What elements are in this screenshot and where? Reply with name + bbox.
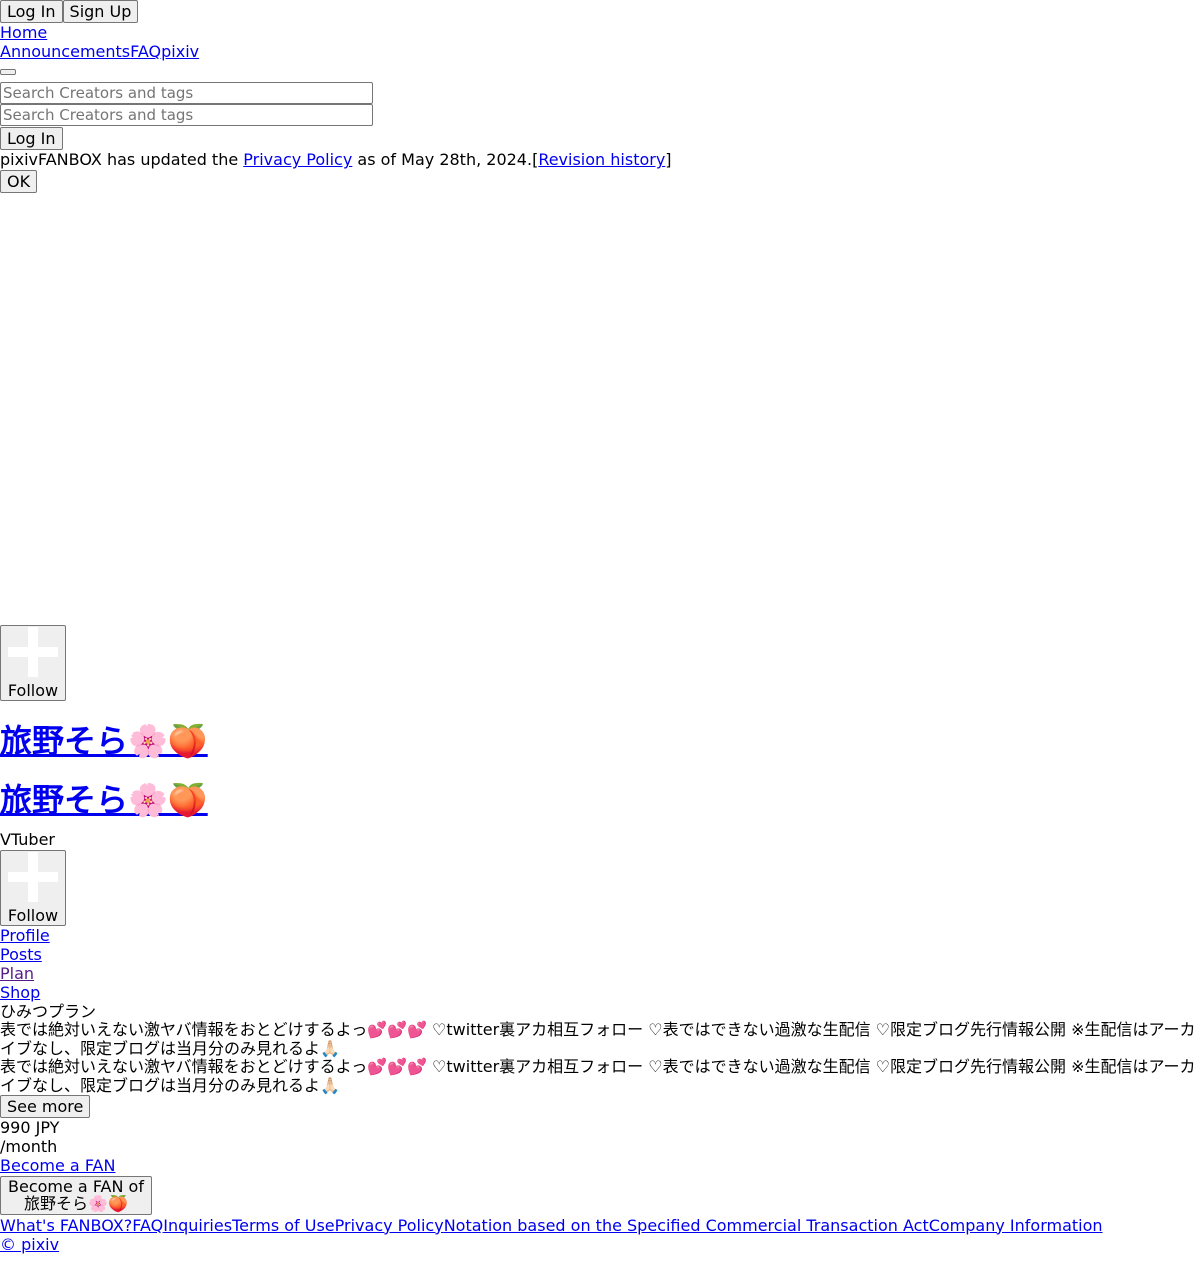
notice-middle: as of May 28th, 2024.[ bbox=[352, 150, 539, 170]
tab-shop[interactable]: Shop bbox=[0, 983, 40, 1002]
revision-history-link[interactable]: Revision history bbox=[538, 150, 665, 169]
tab-posts[interactable]: Posts bbox=[0, 945, 42, 964]
plan-description: 表では絶対いえない激ヤバ情報をおとどけするよっ💕💕💕 ♡twitter裏アカ相互… bbox=[0, 1020, 1196, 1058]
plan-price: 990 JPY bbox=[0, 1118, 60, 1138]
search-input-mobile[interactable] bbox=[0, 104, 373, 127]
become-fan-button[interactable]: Become a FAN of 旅野そら🌸🍑 bbox=[0, 1175, 152, 1215]
follow-label: Follow bbox=[7, 905, 59, 925]
footer-link-commercial-act[interactable]: Notation based on the Specified Commerci… bbox=[444, 1216, 929, 1235]
footer-link-terms[interactable]: Terms of Use bbox=[232, 1216, 335, 1235]
login-button-secondary[interactable]: Log In bbox=[0, 127, 63, 151]
nav-pixiv-link[interactable]: pixiv bbox=[161, 42, 199, 61]
footer-link-privacy[interactable]: Privacy Policy bbox=[335, 1216, 444, 1235]
footer-link-company[interactable]: Company Information bbox=[929, 1216, 1103, 1235]
footer-link-whats-fanbox[interactable]: What's FANBOX? bbox=[0, 1216, 132, 1235]
privacy-policy-link[interactable]: Privacy Policy bbox=[243, 150, 352, 169]
creator-name-heading-secondary: 旅野そら🌸🍑 bbox=[0, 781, 1200, 819]
tab-profile[interactable]: Profile bbox=[0, 926, 50, 945]
login-button[interactable]: Log In bbox=[0, 0, 63, 23]
nav-faq-link[interactable]: FAQ bbox=[130, 42, 161, 61]
creator-category: VTuber bbox=[0, 830, 56, 850]
creator-name-link-secondary[interactable]: 旅野そら🌸🍑 bbox=[0, 781, 208, 819]
see-more-button[interactable]: See more bbox=[0, 1095, 91, 1119]
footer-link-faq[interactable]: FAQ bbox=[132, 1216, 163, 1235]
signup-button[interactable]: Sign Up bbox=[62, 0, 139, 23]
home-link[interactable]: Home bbox=[0, 23, 47, 42]
nav-announcements-link[interactable]: Announcements bbox=[0, 42, 130, 61]
creator-name-link[interactable]: 旅野そら🌸🍑 bbox=[0, 722, 208, 760]
privacy-notice: pixivFANBOX has updated the Privacy Poli… bbox=[0, 150, 1200, 169]
become-fan-link[interactable]: Become a FAN bbox=[0, 1156, 115, 1175]
become-fan-button-line1: Become a FAN of bbox=[8, 1176, 144, 1196]
notice-prefix: pixivFANBOX has updated the bbox=[0, 150, 244, 170]
become-fan-button-line2: 旅野そら🌸🍑 bbox=[24, 1194, 128, 1214]
notice-suffix: ] bbox=[665, 150, 672, 170]
follow-button[interactable]: Follow bbox=[0, 624, 66, 701]
footer-link-inquiries[interactable]: Inquiries bbox=[163, 1216, 232, 1235]
plan-period: /month bbox=[0, 1137, 58, 1157]
tab-plan[interactable]: Plan bbox=[0, 964, 34, 983]
creator-name-heading: 旅野そら🌸🍑 bbox=[0, 722, 1200, 760]
plan-description-full: 表では絶対いえない激ヤバ情報をおとどけするよっ💕💕💕 ♡twitter裏アカ相互… bbox=[0, 1057, 1196, 1095]
plus-icon bbox=[8, 626, 58, 677]
auth-bar: Log In Sign Up bbox=[0, 0, 1200, 23]
footer-links: What's FANBOX?FAQInquiriesTerms of UsePr… bbox=[0, 1216, 1200, 1235]
menu-toggle-button[interactable] bbox=[0, 69, 16, 76]
plus-icon bbox=[8, 851, 58, 902]
notice-ok-button[interactable]: OK bbox=[0, 169, 38, 193]
cover-image-area bbox=[0, 193, 1200, 625]
search-input[interactable] bbox=[0, 82, 373, 105]
header-nav: AnnouncementsFAQpixiv bbox=[0, 42, 1200, 61]
copyright-link[interactable]: © pixiv bbox=[0, 1235, 59, 1254]
follow-button-secondary[interactable]: Follow bbox=[0, 849, 66, 926]
follow-label: Follow bbox=[7, 680, 59, 700]
plan-name: ひみつプラン bbox=[0, 1002, 97, 1022]
